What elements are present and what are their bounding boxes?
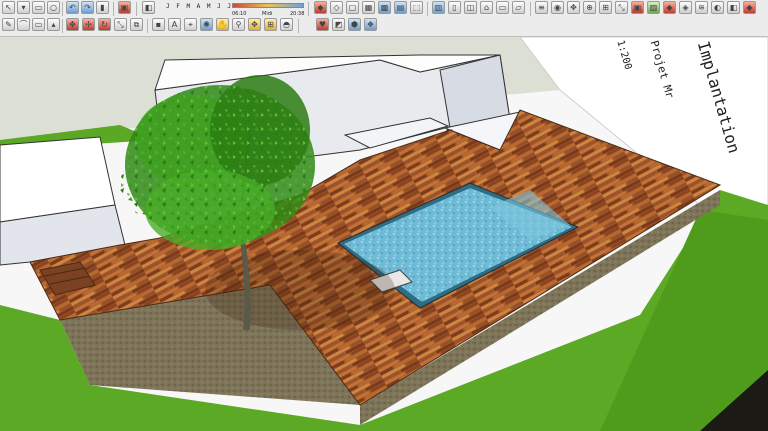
zoom-extents-icon[interactable]: ⊞ (599, 1, 612, 14)
toolbar-row-1: ↖ ▾ ▭ ○ ↶ ↷ ▮ ▣ ◧ J F M A M J J A S O N … (0, 1, 768, 18)
scale-icon[interactable]: ⤡ (114, 18, 127, 31)
fog-icon[interactable]: ♥ (316, 18, 329, 31)
house-icon[interactable]: ⌂ (480, 1, 493, 14)
monochrome-icon[interactable]: ◓ (280, 18, 293, 31)
layers-icon[interactable]: ≡ (535, 1, 548, 14)
toolbar-row-2: ✎ ⌒ ▭ ▴ ✥ ✢ ↻ ⤡ ⧉ ▪ A ⌖ ✺ ✋ ⚲ ✥ ⊞ ◓ ♥ ◩ … (0, 18, 768, 35)
toolbar: ↖ ▾ ▭ ○ ↶ ↷ ▮ ▣ ◧ J F M A M J J A S O N … (0, 0, 768, 37)
circle-icon[interactable]: ○ (47, 1, 60, 14)
viewport[interactable]: Implantation Projet Mr 1:200 (0, 37, 768, 431)
section-plane-icon[interactable]: ◧ (727, 1, 740, 14)
redo-icon[interactable]: ↷ (81, 1, 94, 14)
back-view-icon[interactable]: ▭ (496, 1, 509, 14)
iso-view-icon[interactable]: ⬚ (410, 1, 423, 14)
wireframe-icon[interactable]: ◇ (330, 1, 343, 14)
offset-icon[interactable]: ⧉ (130, 18, 143, 31)
warehouse-icon[interactable]: ❖ (364, 18, 377, 31)
time-end: 20:38 (290, 11, 305, 17)
separator (62, 2, 63, 16)
zoom-icon[interactable]: ⊕ (583, 1, 596, 14)
tape-measure-icon[interactable]: ⌖ (184, 18, 197, 31)
undo-icon[interactable]: ↶ (66, 1, 79, 14)
text-icon[interactable]: A (168, 18, 181, 31)
tape-measure-icon[interactable]: ▪ (152, 18, 165, 31)
move-icon[interactable]: ✢ (82, 18, 95, 31)
paint-bucket-icon[interactable]: ▾ (17, 1, 30, 14)
pencil-icon[interactable]: ✎ (2, 18, 15, 31)
pan-icon[interactable]: ✥ (248, 18, 261, 31)
zoom-extents-icon[interactable]: ⊞ (264, 18, 277, 31)
separator (136, 2, 137, 16)
orbit-icon[interactable]: ✺ (200, 18, 213, 31)
textured-icon[interactable]: ▩ (378, 1, 391, 14)
separator (62, 19, 63, 33)
right-view-icon[interactable]: ◫ (464, 1, 477, 14)
front-view-icon[interactable]: ▯ (448, 1, 461, 14)
separator (113, 2, 114, 16)
scale-icon[interactable]: ⤡ (615, 1, 628, 14)
separator (147, 19, 148, 33)
time-mid: Midi (262, 11, 273, 17)
shadows-icon[interactable]: ◐ (711, 1, 724, 14)
section-plane-icon[interactable]: ◩ (332, 18, 345, 31)
pan-icon[interactable]: ✥ (567, 1, 580, 14)
top-view-icon[interactable]: ▥ (432, 1, 445, 14)
shaded-icon[interactable]: ▦ (362, 1, 375, 14)
move-icon[interactable]: ✥ (66, 18, 79, 31)
select-icon[interactable]: ↖ (2, 1, 15, 14)
separator (427, 2, 428, 16)
rotate-icon[interactable]: ↻ (98, 18, 111, 31)
monochrome-icon[interactable]: ▤ (394, 1, 407, 14)
push-pull-icon[interactable]: ▴ (47, 18, 60, 31)
paint-bucket-icon[interactable]: ✋ (216, 18, 229, 31)
separator (298, 19, 299, 33)
fog-icon[interactable]: ≋ (695, 1, 708, 14)
hidden-line-icon[interactable]: ▢ (346, 1, 359, 14)
section-plane-icon[interactable]: ◧ (142, 1, 155, 14)
shaded-icon[interactable]: ◈ (679, 1, 692, 14)
time-start: 06:10 (232, 11, 247, 17)
tree-shadow (205, 250, 395, 330)
scene (0, 37, 768, 431)
zoom-icon[interactable]: ⚲ (232, 18, 245, 31)
textured-icon[interactable]: ◆ (663, 1, 676, 14)
warehouse-icon[interactable]: ◆ (743, 1, 756, 14)
xray-icon[interactable]: ◆ (314, 1, 327, 14)
monochrome-icon[interactable]: ▨ (647, 1, 660, 14)
warehouse-icon[interactable]: ▣ (118, 1, 131, 14)
print-icon[interactable]: ▣ (631, 1, 644, 14)
separator (308, 2, 309, 16)
iso-view-icon[interactable]: ⬢ (348, 18, 361, 31)
left-view-icon[interactable]: ▱ (512, 1, 525, 14)
orbit-icon[interactable]: ◉ (551, 1, 564, 14)
time-slider[interactable] (232, 3, 304, 8)
separator (530, 2, 531, 16)
arc-icon[interactable]: ⌒ (17, 18, 30, 31)
rectangle-icon[interactable]: ▭ (32, 18, 45, 31)
push-pull-icon[interactable]: ▮ (96, 1, 109, 14)
eraser-icon[interactable]: ▭ (32, 1, 45, 14)
